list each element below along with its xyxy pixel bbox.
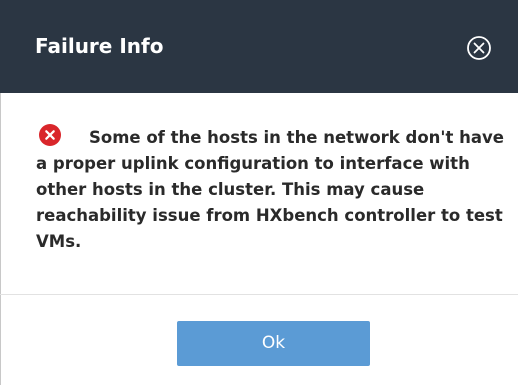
ok-button[interactable]: Ok — [177, 321, 370, 366]
close-button[interactable] — [466, 35, 492, 61]
error-message: Some of the hosts in the network don't h… — [36, 128, 504, 251]
dialog-body: Some of the hosts in the network don't h… — [0, 93, 518, 294]
dialog-title: Failure Info — [35, 34, 164, 58]
dialog-footer: Ok — [0, 295, 518, 385]
dialog-header: Failure Info — [0, 0, 518, 93]
failure-info-dialog: Failure Info Some of the hosts in the ne… — [0, 0, 518, 385]
close-icon — [466, 35, 492, 61]
